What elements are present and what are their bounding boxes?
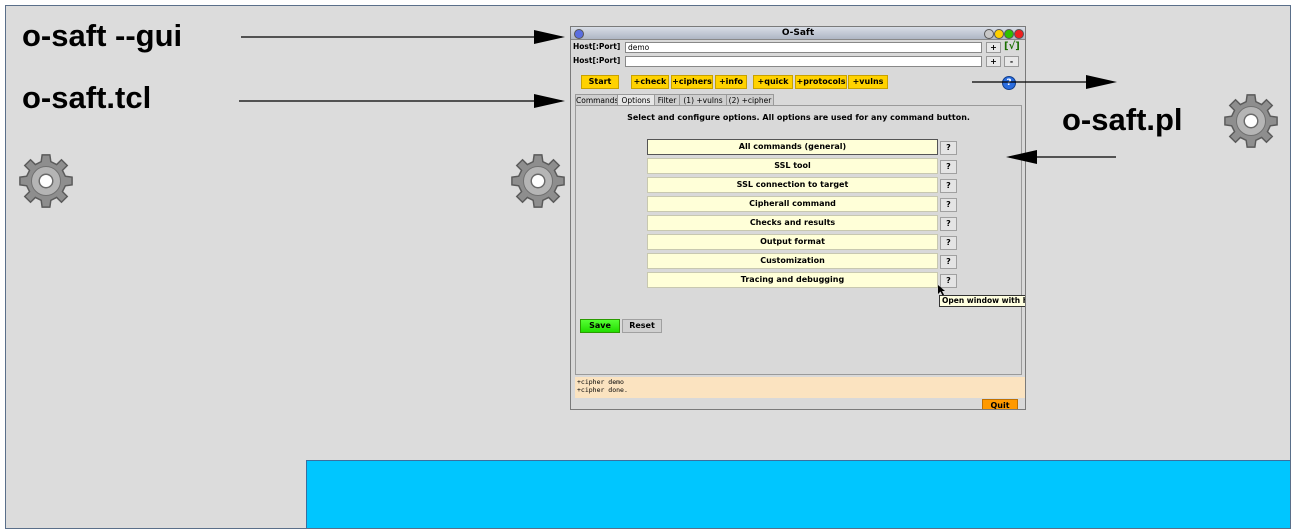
arrowhead-icon [534, 94, 565, 108]
arrows [239, 30, 1117, 164]
slide-canvas: o-saft --gui o-saft.tcl o-saft.pl O-Saft… [5, 5, 1291, 529]
arrowhead-icon [1086, 75, 1117, 89]
arrowhead-icon [1006, 150, 1037, 164]
arrowhead-icon [534, 30, 565, 44]
